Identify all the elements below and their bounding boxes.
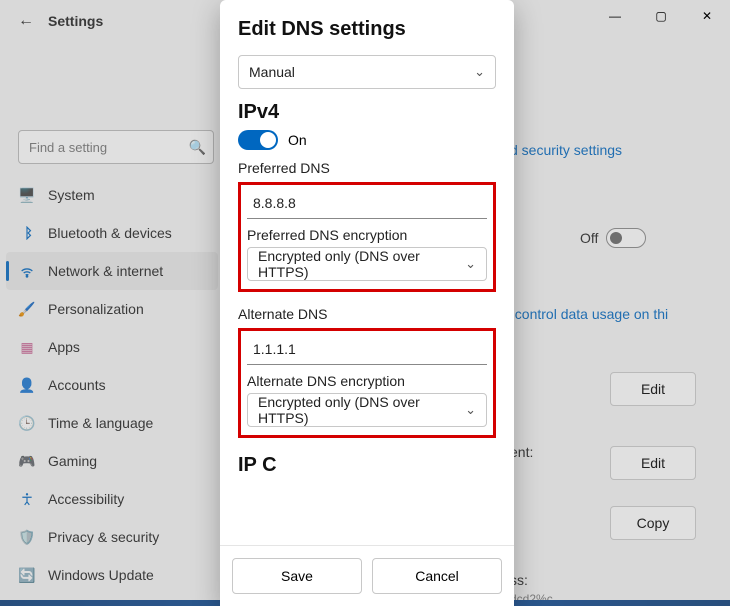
alternate-enc-value: Encrypted only (DNS over HTTPS) xyxy=(258,394,456,426)
search-wrap: 🔍 xyxy=(18,130,214,164)
ipv4-toggle-label: On xyxy=(288,132,307,148)
search-icon: 🔍 xyxy=(189,139,206,156)
sidebar-item-label: Gaming xyxy=(48,453,97,469)
copy-button[interactable]: Copy xyxy=(610,506,696,540)
sidebar-item-label: Personalization xyxy=(48,301,144,317)
close-window-button[interactable]: ✕ xyxy=(684,0,730,32)
gamepad-icon: 🎮 xyxy=(18,452,36,470)
dialog-footer: Save Cancel xyxy=(220,545,514,606)
sidebar-item-accounts[interactable]: 👤 Accounts xyxy=(6,366,218,404)
alternate-dns-input[interactable] xyxy=(247,333,487,365)
sidebar: 🖥️ System Bluetooth & devices Network & … xyxy=(6,176,218,594)
preferred-dns-input[interactable] xyxy=(247,187,487,219)
alternate-dns-highlight: Alternate DNS encryption Encrypted only … xyxy=(238,328,496,438)
search-input[interactable] xyxy=(18,130,214,164)
app-title: Settings xyxy=(48,13,103,29)
preferred-dns-highlight: Preferred DNS encryption Encrypted only … xyxy=(238,182,496,292)
alternate-dns-label: Alternate DNS xyxy=(238,306,496,322)
chevron-down-icon: ⌄ xyxy=(474,64,485,80)
monitor-icon: 🖥️ xyxy=(18,186,36,204)
metered-toggle-row: Off xyxy=(580,228,646,248)
header: ← Settings xyxy=(18,12,103,30)
paintbrush-icon: 🖌️ xyxy=(18,300,36,318)
alternate-enc-label: Alternate DNS encryption xyxy=(247,373,487,389)
edit-dns-dialog: Edit DNS settings Manual ⌄ IPv4 On Prefe… xyxy=(220,0,514,606)
metered-toggle[interactable] xyxy=(606,228,646,248)
cancel-button[interactable]: Cancel xyxy=(372,558,502,594)
edit-button[interactable]: Edit xyxy=(610,446,696,480)
dialog-title: Edit DNS settings xyxy=(238,18,496,41)
firewall-link-fragment[interactable]: d security settings xyxy=(510,142,622,158)
sidebar-item-network[interactable]: Network & internet xyxy=(6,252,218,290)
dns-mode-select[interactable]: Manual ⌄ xyxy=(238,55,496,89)
ipv4-toggle-row: On xyxy=(238,130,496,150)
sidebar-item-privacy[interactable]: 🛡️ Privacy & security xyxy=(6,518,218,556)
sidebar-item-apps[interactable]: ▦ Apps xyxy=(6,328,218,366)
preferred-enc-value: Encrypted only (DNS over HTTPS) xyxy=(258,248,456,280)
maximize-button[interactable]: ▢ xyxy=(638,0,684,32)
back-arrow-icon[interactable]: ← xyxy=(18,12,34,30)
person-icon: 👤 xyxy=(18,376,36,394)
dns-mode-value: Manual xyxy=(249,64,295,80)
sidebar-item-bluetooth[interactable]: Bluetooth & devices xyxy=(6,214,218,252)
minimize-button[interactable]: — xyxy=(592,0,638,32)
sidebar-item-label: System xyxy=(48,187,95,203)
off-label: Off xyxy=(580,230,598,246)
clock-icon: 🕒 xyxy=(18,414,36,432)
sidebar-item-label: Accounts xyxy=(48,377,106,393)
alternate-enc-select[interactable]: Encrypted only (DNS over HTTPS) ⌄ xyxy=(247,393,487,427)
sidebar-item-label: Network & internet xyxy=(48,263,163,279)
ipv4-heading: IPv4 xyxy=(238,101,496,124)
chevron-down-icon: ⌄ xyxy=(465,256,476,272)
chevron-down-icon: ⌄ xyxy=(465,402,476,418)
window-controls: — ▢ ✕ xyxy=(592,0,730,32)
bluetooth-icon xyxy=(18,224,36,242)
sidebar-item-gaming[interactable]: 🎮 Gaming xyxy=(6,442,218,480)
sidebar-item-label: Apps xyxy=(48,339,80,355)
save-button[interactable]: Save xyxy=(232,558,362,594)
sidebar-item-label: Privacy & security xyxy=(48,529,159,545)
update-icon: 🔄 xyxy=(18,566,36,584)
preferred-enc-select[interactable]: Encrypted only (DNS over HTTPS) ⌄ xyxy=(247,247,487,281)
sidebar-item-label: Bluetooth & devices xyxy=(48,225,172,241)
sidebar-item-time[interactable]: 🕒 Time & language xyxy=(6,404,218,442)
sidebar-item-accessibility[interactable]: Accessibility xyxy=(6,480,218,518)
sidebar-item-label: Time & language xyxy=(48,415,153,431)
sidebar-item-label: Accessibility xyxy=(48,491,124,507)
edit-button[interactable]: Edit xyxy=(610,372,696,406)
sidebar-item-system[interactable]: 🖥️ System xyxy=(6,176,218,214)
preferred-enc-label: Preferred DNS encryption xyxy=(247,227,487,243)
preferred-dns-label: Preferred DNS xyxy=(238,160,496,176)
settings-window: — ▢ ✕ ← Settings rnet › Ethernet 🔍 🖥️ Sy… xyxy=(0,0,730,606)
accessibility-icon xyxy=(18,490,36,508)
wifi-icon xyxy=(18,262,36,280)
ipv6-heading-partial: IP C xyxy=(238,454,496,474)
ipv4-toggle[interactable] xyxy=(238,130,278,150)
shield-icon: 🛡️ xyxy=(18,528,36,546)
apps-icon: ▦ xyxy=(18,338,36,356)
sidebar-item-personalization[interactable]: 🖌️ Personalization xyxy=(6,290,218,328)
sidebar-item-update[interactable]: 🔄 Windows Update xyxy=(6,556,218,594)
data-usage-link-fragment[interactable]: lp control data usage on thi xyxy=(500,306,668,322)
sidebar-item-label: Windows Update xyxy=(48,567,154,583)
